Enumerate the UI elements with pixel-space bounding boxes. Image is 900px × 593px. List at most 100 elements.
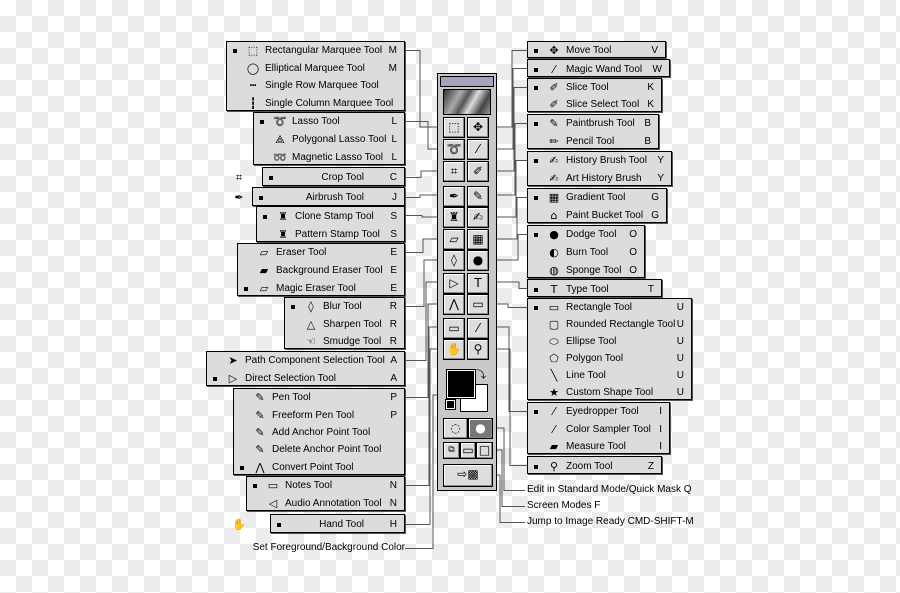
toolbox-tool-button[interactable]: ✋ — [443, 339, 465, 360]
tool-menu-item[interactable]: ✏ Pencil Tool B — [528, 133, 658, 150]
tool-menu-item[interactable]: ✥ Move Tool V — [528, 42, 665, 59]
toolbox-tool-button[interactable]: ♜ — [443, 207, 465, 228]
quick-mask-mode-button[interactable]: ● — [468, 418, 493, 439]
toolbox-tool-button[interactable]: ➰ — [443, 139, 465, 160]
default-tool-bullet — [534, 49, 538, 53]
line-icon: ╲ — [550, 369, 558, 382]
foreground-color-swatch[interactable] — [446, 369, 476, 399]
default-tool-bullet — [534, 464, 538, 469]
tool-menu-item[interactable]: ♜ Pattern Stamp Tool S — [257, 226, 404, 243]
toolbox-tool-button[interactable]: ⋀ — [443, 294, 465, 315]
tool-menu-item[interactable]: ⌗ Crop Tool C — [236, 169, 404, 186]
tool-menu-item[interactable]: ✒ Airbrush Tool J — [234, 189, 404, 206]
right-tool-group-flyout: ✎ Paintbrush Tool B ✏ Pencil Tool B — [527, 114, 659, 149]
toolbox-tool-button[interactable]: ✐ — [467, 161, 489, 182]
toolbox-tool-button[interactable]: ▭ — [443, 318, 465, 339]
standard-screen-mode-button[interactable]: ⧉ — [443, 442, 460, 459]
tool-menu-item[interactable]: ▰ Background Eraser Tool E — [238, 262, 404, 279]
tool-shortcut: O — [629, 247, 637, 258]
tool-menu-item[interactable]: △ Sharpen Tool R — [285, 316, 404, 333]
tool-menu-item[interactable]: ⁄ Eyedropper Tool I — [528, 403, 669, 420]
tool-menu-item[interactable]: ⌂ Paint Bucket Tool G — [528, 207, 666, 224]
toolbox-tool-button[interactable]: ▦ — [467, 229, 489, 250]
tool-menu-item[interactable]: T Type Tool T — [528, 281, 661, 298]
tool-menu-item[interactable]: ▭ Notes Tool N — [247, 477, 404, 494]
tool-menu-item[interactable]: ➤ Path Component Selection Tool A — [207, 352, 404, 369]
tool-menu-item[interactable]: ☜ Smudge Tool R — [285, 333, 404, 350]
toolbox-tool-button[interactable]: ⌗ — [443, 161, 465, 182]
standard-mode-button[interactable]: ◌ — [443, 418, 468, 439]
tool-menu-item[interactable]: ➰ Lasso Tool L — [254, 113, 404, 130]
tool-menu-item[interactable]: ╲ Line Tool U — [528, 367, 691, 384]
full-screen-mode-button[interactable]: □ — [476, 442, 493, 459]
swap-colors-icon[interactable]: ⤵ — [476, 366, 486, 381]
tool-menu-item[interactable]: ● Dodge Tool O — [528, 226, 644, 243]
toolbox-tool-button[interactable]: ✎ — [467, 186, 489, 207]
toolbox-tool-button[interactable]: ⁄ — [467, 318, 489, 339]
add-anchor-icon: ✎ — [255, 426, 265, 439]
tool-menu-item[interactable]: ▭ Rectangle Tool U — [528, 299, 691, 316]
tool-label: Audio Annotation Tool — [285, 497, 382, 509]
tool-menu-item[interactable]: ▰ Measure Tool I — [528, 438, 669, 455]
tool-shortcut: G — [651, 192, 659, 204]
tool-menu-item[interactable]: ✎ Pen Tool P — [234, 389, 404, 406]
toolbox-tool-button[interactable]: T — [467, 273, 489, 294]
tool-label: Sponge Tool — [566, 264, 622, 276]
tool-menu-item[interactable]: ◊ Blur Tool R — [285, 298, 404, 315]
tool-menu-item[interactable]: ✎ Paintbrush Tool B — [528, 115, 658, 132]
ellipse-icon: ⬭ — [549, 335, 559, 348]
tool-menu-item[interactable]: ➿ Magnetic Lasso Tool L — [254, 149, 404, 166]
tool-menu-item[interactable]: ◯ Elliptical Marquee Tool M — [227, 60, 404, 77]
connector-line — [497, 427, 525, 491]
toolbox-tool-button[interactable]: ✍ — [467, 207, 489, 228]
slice-icon: ✐ — [549, 81, 559, 94]
default-colors-icon[interactable] — [445, 399, 456, 410]
tool-menu-item[interactable]: ⬭ Ellipse Tool U — [528, 333, 691, 350]
tool-menu-item[interactable]: ♜ Clone Stamp Tool S — [257, 208, 404, 225]
tool-menu-item[interactable]: ✎ Delete Anchor Point Tool — [234, 441, 404, 458]
tool-menu-item[interactable]: ▦ Gradient Tool G — [528, 189, 666, 206]
toolbox-tool-button[interactable]: ✒ — [443, 186, 465, 207]
full-screen-menu-mode-button[interactable]: ▭ — [460, 442, 476, 459]
eyedropper-icon: ⁄ — [476, 321, 479, 335]
right-tool-group-flyout: ▭ Rectangle Tool U ▢ Rounded Rectangle Tool U… — [527, 298, 692, 400]
tool-menu-item[interactable]: ✎ Add Anchor Point Tool — [234, 424, 404, 441]
toolbox-tool-button[interactable]: ✥ — [467, 117, 489, 138]
tool-menu-item[interactable]: ✍ History Brush Tool Y — [528, 152, 671, 169]
tool-menu-item[interactable]: ┅ Single Row Marquee Tool — [227, 77, 404, 94]
tool-label: Clone Stamp Tool — [295, 210, 374, 222]
tool-menu-item[interactable]: ⋀ Convert Point Tool — [234, 459, 404, 476]
tool-menu-item[interactable]: ◍ Sponge Tool O — [528, 262, 644, 279]
tool-menu-item[interactable]: ▱ Magic Eraser Tool E — [238, 280, 404, 297]
toolbox-title-bar[interactable] — [440, 76, 494, 87]
tool-menu-item[interactable]: ◁ Audio Annotation Tool N — [247, 495, 404, 512]
tool-menu-item[interactable]: ▢ Rounded Rectangle Tool U — [528, 316, 691, 333]
tool-menu-item[interactable]: ◐ Burn Tool O — [528, 244, 644, 261]
tool-menu-item[interactable]: ⟁ Polygonal Lasso Tool L — [254, 131, 404, 148]
toolbox-tool-button[interactable]: ▭ — [467, 294, 489, 315]
toolbox-logo-image[interactable] — [443, 89, 491, 115]
tool-menu-item[interactable]: ⬚ Rectangular Marquee Tool M — [227, 42, 404, 59]
tool-menu-item[interactable]: ✎ Freeform Pen Tool P — [234, 407, 404, 424]
tool-menu-item[interactable]: ⬠ Polygon Tool U — [528, 350, 691, 367]
tool-menu-item[interactable]: ✐ Slice Tool K — [528, 79, 661, 96]
tool-menu-item[interactable]: ✋ Hand Tool H — [232, 516, 404, 533]
tool-menu-item[interactable]: ▷ Direct Selection Tool A — [207, 370, 404, 387]
tool-menu-item[interactable]: ⁄ Magic Wand Tool W — [528, 61, 669, 78]
toolbox-tool-button[interactable]: ⚲ — [467, 339, 489, 360]
toolbox-tool-button[interactable]: ⁄ — [467, 139, 489, 160]
tool-menu-item[interactable]: ▱ Eraser Tool E — [238, 244, 404, 261]
toolbox-tool-button[interactable]: ▷ — [443, 273, 465, 294]
tool-menu-item[interactable]: ┇ Single Column Marquee Tool — [227, 95, 404, 112]
tool-menu-item[interactable]: ⁄ Color Sampler Tool I — [528, 421, 669, 438]
tool-menu-item[interactable]: ★ Custom Shape Tool U — [528, 384, 691, 401]
tool-menu-item[interactable]: ⚲ Zoom Tool Z — [528, 458, 661, 475]
tool-menu-item[interactable]: ✐ Slice Select Tool K — [528, 96, 661, 113]
toolbox-tool-button[interactable]: ⬚ — [443, 117, 465, 138]
jump-to-imageready-button[interactable]: ⇨▩ — [443, 464, 493, 487]
toolbox-tool-button[interactable]: ● — [467, 250, 489, 271]
toolbox-tool-button[interactable]: ▱ — [443, 229, 465, 250]
sharpen-icon: △ — [306, 317, 316, 331]
toolbox-tool-button[interactable]: ◊ — [443, 250, 465, 271]
tool-menu-item[interactable]: ✍ Art History Brush Y — [528, 170, 671, 187]
